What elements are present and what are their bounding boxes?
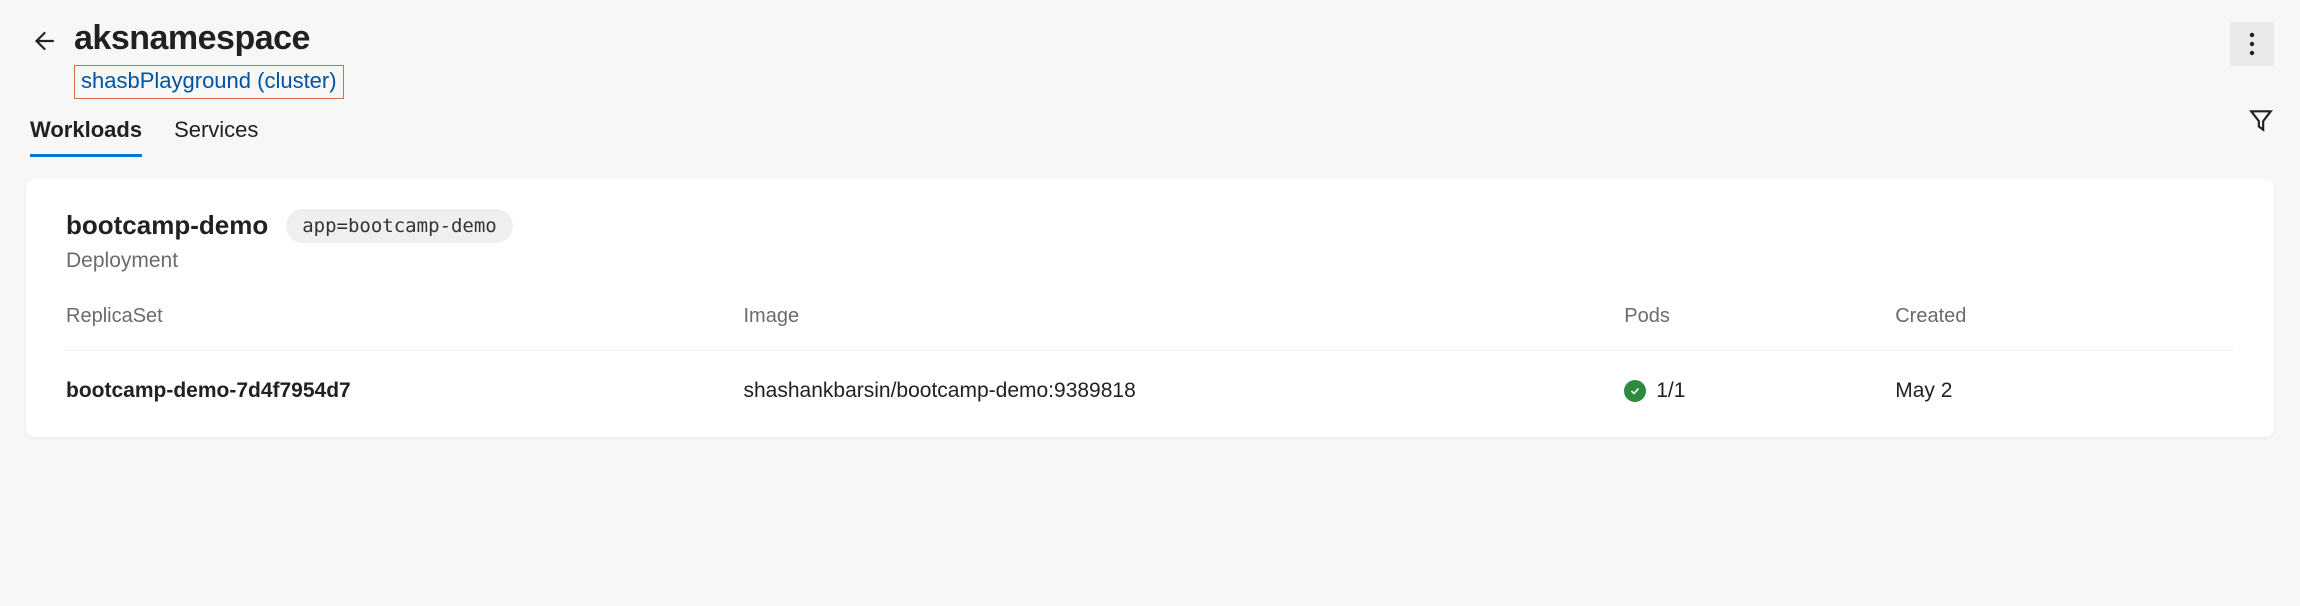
- col-header-created: Created: [1895, 305, 2234, 328]
- col-header-image: Image: [744, 305, 1625, 328]
- status-success-icon: [1624, 380, 1646, 402]
- filter-button[interactable]: [2248, 107, 2274, 139]
- deployment-type: Deployment: [66, 249, 2234, 273]
- back-button[interactable]: [30, 28, 56, 60]
- replicaset-name: bootcamp-demo-7d4f7954d7: [66, 379, 744, 403]
- col-header-replicaset: ReplicaSet: [66, 305, 744, 328]
- deployment-name: bootcamp-demo: [66, 210, 268, 241]
- page-title: aksnamespace: [74, 18, 344, 59]
- replicaset-table: ReplicaSet Image Pods Created bootcamp-d…: [66, 305, 2234, 437]
- replicaset-image: shashankbarsin/bootcamp-demo:9389818: [744, 379, 1625, 403]
- tab-workloads[interactable]: Workloads: [30, 117, 142, 157]
- tab-services[interactable]: Services: [174, 117, 258, 157]
- col-header-pods: Pods: [1624, 305, 1895, 328]
- pods-count: 1/1: [1656, 379, 1685, 403]
- replicaset-created: May 2: [1895, 379, 2234, 403]
- table-row[interactable]: bootcamp-demo-7d4f7954d7 shashankbarsin/…: [66, 350, 2234, 437]
- replicaset-pods: 1/1: [1624, 379, 1895, 403]
- cluster-link[interactable]: shasbPlayground (cluster): [74, 65, 344, 99]
- more-actions-button[interactable]: [2230, 22, 2274, 66]
- deployment-label-pill: app=bootcamp-demo: [286, 209, 512, 243]
- deployment-card: bootcamp-demo app=bootcamp-demo Deployme…: [26, 179, 2274, 437]
